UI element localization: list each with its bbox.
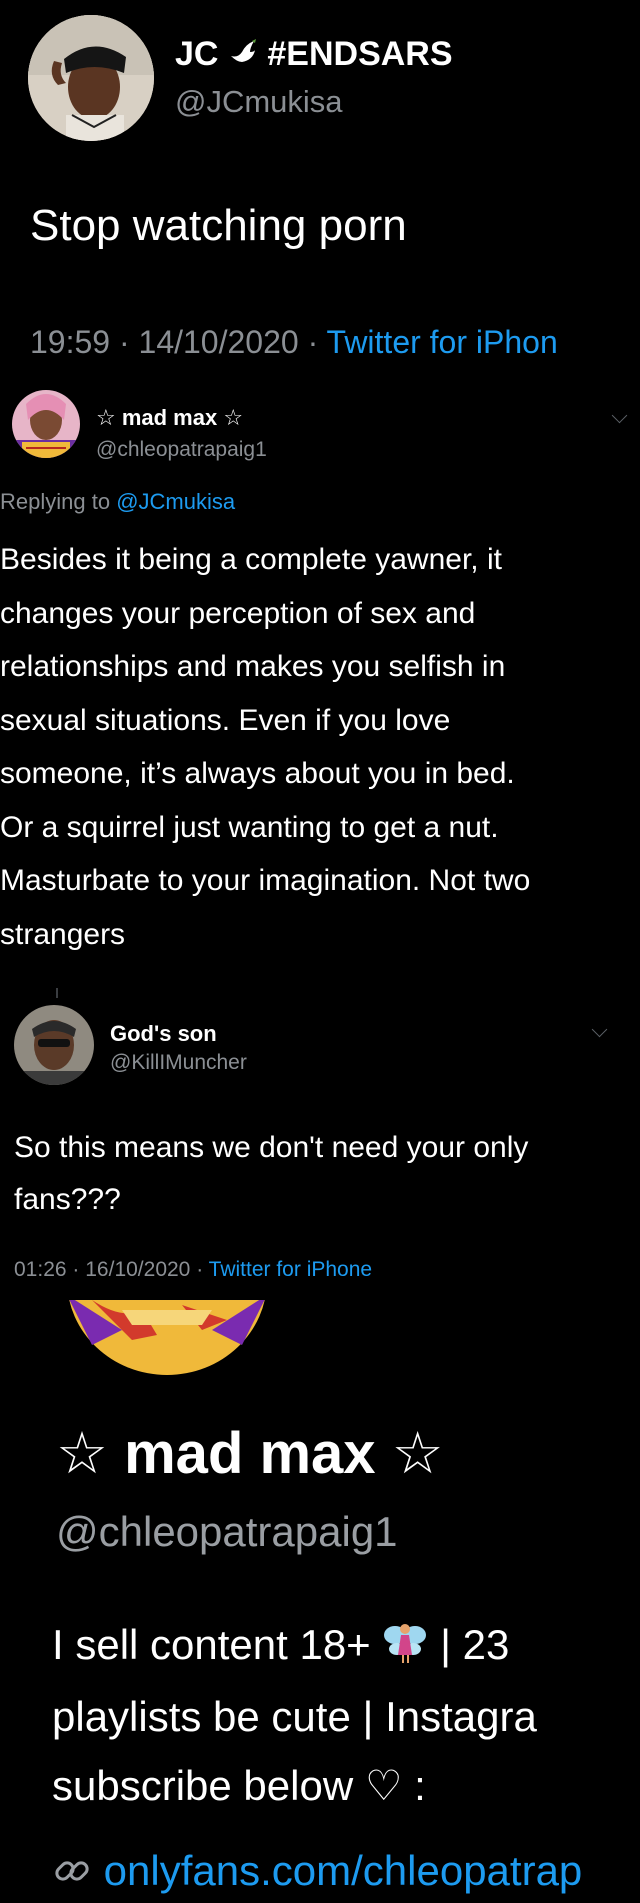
tweet1-time: 19:59 xyxy=(30,324,111,360)
tweet1-hashtag[interactable]: #ENDSARS xyxy=(267,35,452,73)
tweet1-handle[interactable]: @JCmukisa xyxy=(175,84,343,120)
profile-link[interactable]: onlyfans.com/chleopatrap xyxy=(52,1845,582,1897)
reply1-body-line: Or a squirrel just wanting to get a nut. xyxy=(0,810,499,844)
reply1-handle[interactable]: @chleopatrapaig1 xyxy=(96,437,267,463)
avatar-chleopatrapaig1-image xyxy=(12,390,80,458)
reply1-body-line: Besides it being a complete yawner, it xyxy=(0,543,502,576)
reply1-replying-to: Replying to @JCmukisa xyxy=(0,488,235,516)
reply1-replying-to-label: Replying to xyxy=(0,489,111,514)
profile-display-name: ☆ mad max ☆ xyxy=(56,1421,444,1486)
profile-bio-line-1-start: I sell content 18+ xyxy=(52,1621,371,1668)
reply1-body-line: Masturbate to your imagination. Not two xyxy=(0,864,531,897)
reply2-meta: 01:26 · 16/10/2020 · Twitter for iPhone xyxy=(14,1257,372,1283)
tweet1-separator: · xyxy=(118,324,130,360)
avatar-killimuncher[interactable] xyxy=(14,1005,94,1085)
reply2-display-name: God's son xyxy=(110,1021,217,1046)
thread-connector-line xyxy=(56,988,58,998)
tweet1-client[interactable]: Twitter for iPhon xyxy=(327,324,558,360)
profile-link-text[interactable]: onlyfans.com/chleopatrap xyxy=(104,1847,583,1894)
reply2-time: 01:26 xyxy=(14,1258,67,1281)
tweet1-separator-2: · xyxy=(307,324,319,360)
reply2-date: 16/10/2020 xyxy=(85,1258,191,1281)
avatar-jcmukisa-image xyxy=(28,15,154,141)
reply2-more-chevron-icon[interactable] xyxy=(591,1021,608,1038)
reply2-body-line: So this means we don't need your only xyxy=(14,1131,529,1164)
profile-bio-line-1: I sell content 18+ | 23 xyxy=(52,1618,509,1672)
profile-avatar-image xyxy=(69,1300,265,1375)
reply2-handle[interactable]: @KillIMuncher xyxy=(110,1050,247,1076)
reply2-separator-2: · xyxy=(196,1258,204,1281)
reply1-body-line: sexual situations. Even if you love xyxy=(0,703,451,737)
reply1-body-line: relationships and makes you selfish in xyxy=(0,650,506,683)
reply2-separator: · xyxy=(72,1258,80,1281)
profile-bio-line-3: subscribe below ♡ : xyxy=(52,1762,426,1809)
tweet1-display-name-text: JC xyxy=(175,35,219,73)
profile-bio-line-1-end: | 23 xyxy=(440,1621,510,1668)
reply1-body-line: changes your perception of sex and xyxy=(0,596,476,630)
reply1-body: Besides it being a complete yawner, it c… xyxy=(0,533,640,961)
reply2-client[interactable]: Twitter for iPhone xyxy=(209,1258,372,1281)
tweet1-body: Stop watching porn xyxy=(30,201,407,250)
reply1-body-line: someone, it’s always about you in bed. xyxy=(0,757,515,790)
dove-icon xyxy=(228,37,258,67)
reply2-body: So this means we don't need your only fa… xyxy=(14,1122,528,1226)
reply1-replying-to-handle[interactable]: @JCmukisa xyxy=(116,489,235,514)
profile-avatar-partial[interactable] xyxy=(62,1300,272,1375)
reply1-body-line: strangers xyxy=(0,917,126,951)
profile-bio-line-2: playlists be cute | Instagra xyxy=(52,1693,537,1740)
link-icon xyxy=(52,1851,92,1891)
reply1-more-chevron-icon[interactable] xyxy=(611,407,628,424)
fairy-icon xyxy=(382,1619,428,1665)
tweet1-meta: 19:59 · 14/10/2020 · Twitter for iPhon xyxy=(30,322,558,362)
tweet1-date: 14/10/2020 xyxy=(138,324,299,360)
avatar-killimuncher-image xyxy=(14,1005,94,1085)
reply2-body-line: fans??? xyxy=(14,1183,121,1216)
profile-handle[interactable]: @chleopatrapaig1 xyxy=(56,1507,398,1557)
avatar-jcmukisa[interactable] xyxy=(28,15,154,141)
reply1-display-name: ☆ mad max ☆ xyxy=(96,405,244,430)
tweet1-display-name: JC #ENDSARS xyxy=(175,34,453,74)
avatar-chleopatrapaig1[interactable] xyxy=(12,390,80,458)
